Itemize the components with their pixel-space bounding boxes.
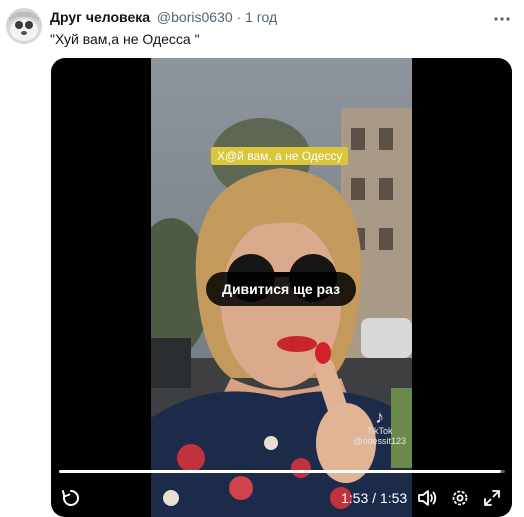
more-button[interactable] (492, 9, 512, 29)
tweet-header: Друг человека @boris0630 · 1 год (50, 9, 277, 29)
progress-fill (59, 470, 501, 473)
video-caption: Х@й вам, а не Одессу (211, 147, 349, 165)
settings-button[interactable] (448, 486, 472, 510)
settings-gear-icon (452, 490, 468, 506)
volume-button[interactable] (415, 486, 439, 510)
separator-dot: · (236, 9, 242, 25)
tweet-text: "Хуй вам,а не Одесса " (50, 31, 200, 47)
video-player[interactable]: Х@й вам, а не Одессу ♪ TikTok @odessit12… (51, 58, 512, 517)
fullscreen-icon (484, 490, 500, 506)
tweet-card: Друг человека @boris0630 · 1 год "Хуй ва… (0, 0, 524, 517)
more-horizontal-icon (494, 17, 510, 21)
watch-again-button[interactable]: Дивитися ще раз (206, 272, 356, 306)
tiktok-logo-icon: ♪ (375, 407, 385, 427)
replay-button[interactable] (59, 486, 83, 510)
time-readout: 1:53 / 1:53 (341, 490, 408, 506)
avatar[interactable] (6, 8, 42, 44)
volume-icon (418, 490, 437, 506)
avatar-image (6, 8, 42, 44)
player-controls: 1:53 / 1:53 (51, 484, 512, 514)
tiktok-brand: TikTok (366, 426, 393, 436)
author-handle[interactable]: @boris0630 (157, 9, 233, 25)
tiktok-watermark: ♪ TikTok @odessit123 (353, 408, 406, 446)
fullscreen-button[interactable] (480, 486, 504, 510)
tweet-timestamp[interactable]: 1 год (245, 9, 277, 25)
progress-bar[interactable] (59, 470, 505, 473)
author-name[interactable]: Друг человека (50, 9, 150, 25)
tiktok-user: @odessit123 (353, 436, 406, 446)
replay-icon (62, 490, 79, 506)
